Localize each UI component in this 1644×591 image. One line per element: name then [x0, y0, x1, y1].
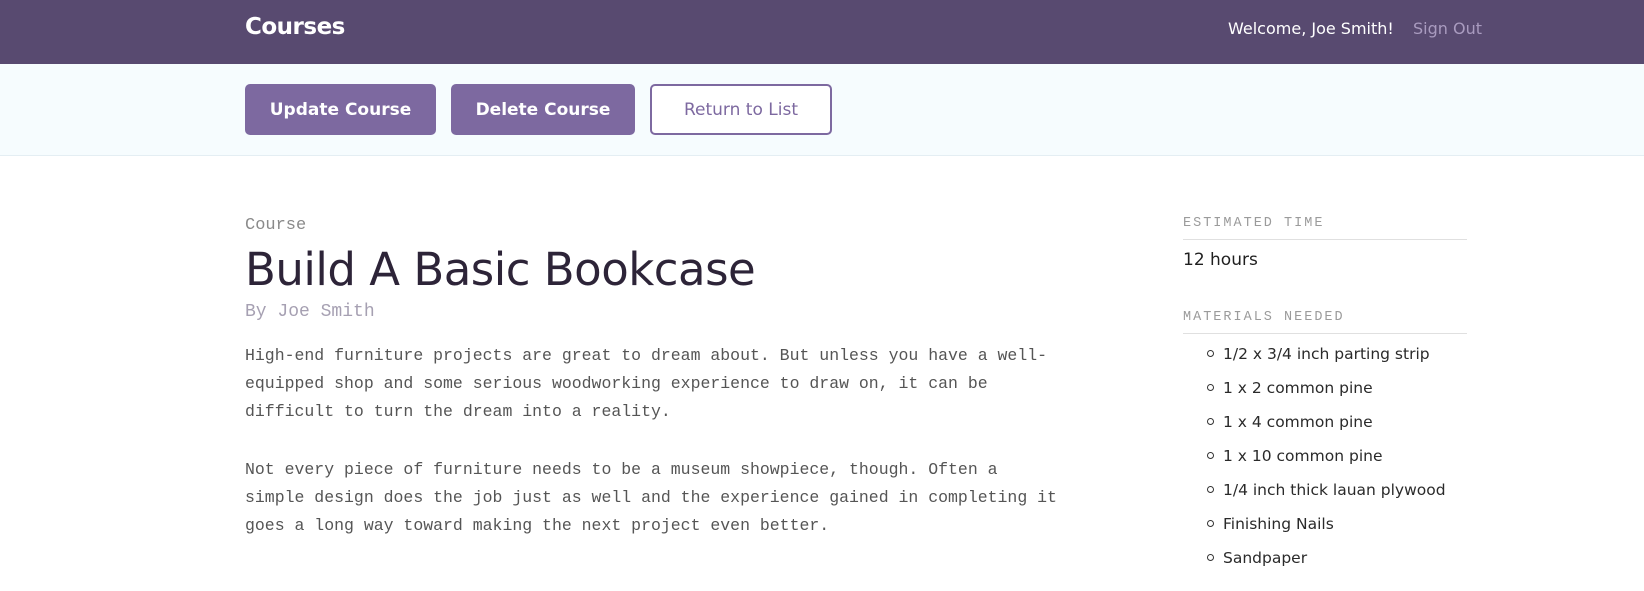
material-item: 1/2 x 3/4 inch parting strip	[1207, 344, 1467, 378]
bullet-icon	[1207, 384, 1214, 391]
material-item: 1 x 4 common pine	[1207, 412, 1467, 446]
bullet-icon	[1207, 418, 1214, 425]
material-item-label: 1 x 10 common pine	[1223, 447, 1383, 465]
course-main: Course Build A Basic Bookcase By Joe Smi…	[245, 200, 1065, 570]
delete-course-button[interactable]: Delete Course	[451, 84, 635, 135]
materials-section: MATERIALS NEEDED 1/2 x 3/4 inch parting …	[1183, 310, 1467, 582]
sign-out-link[interactable]: Sign Out	[1413, 19, 1482, 38]
course-author: By Joe Smith	[245, 302, 375, 322]
material-item-label: Finishing Nails	[1223, 515, 1334, 533]
material-item: Sandpaper	[1207, 548, 1467, 582]
description-paragraph: High-end furniture projects are great to…	[245, 346, 1048, 421]
bullet-icon	[1207, 452, 1214, 459]
course-section-label: Course	[245, 216, 307, 235]
material-item: Finishing Nails	[1207, 514, 1467, 548]
description-paragraph: Not every piece of furniture needs to be…	[245, 460, 1057, 535]
course-description: High-end furniture projects are great to…	[245, 342, 1065, 540]
return-to-list-button[interactable]: Return to List	[650, 84, 832, 135]
material-item-label: Sandpaper	[1223, 549, 1308, 567]
course-title: Build A Basic Bookcase	[245, 243, 756, 296]
material-item-label: 1 x 4 common pine	[1223, 413, 1373, 431]
material-item-label: 1 x 2 common pine	[1223, 379, 1373, 397]
update-course-button[interactable]: Update Course	[245, 84, 436, 135]
course-sidebar: ESTIMATED TIME 12 hours MATERIALS NEEDED…	[1183, 216, 1467, 582]
material-item-label: 1/4 inch thick lauan plywood	[1223, 481, 1446, 499]
bullet-icon	[1207, 554, 1214, 561]
estimated-time-value: 12 hours	[1183, 250, 1258, 270]
material-item: 1 x 2 common pine	[1207, 378, 1467, 412]
bullet-icon	[1207, 350, 1214, 357]
materials-list: 1/2 x 3/4 inch parting strip 1 x 2 commo…	[1183, 344, 1467, 582]
material-item-label: 1/2 x 3/4 inch parting strip	[1223, 345, 1430, 363]
actions-bar: Update Course Delete Course Return to Li…	[0, 64, 1644, 156]
material-item: 1/4 inch thick lauan plywood	[1207, 480, 1467, 514]
top-header: Courses Welcome, Joe Smith! Sign Out	[0, 0, 1644, 64]
bullet-icon	[1207, 520, 1214, 527]
bullet-icon	[1207, 486, 1214, 493]
estimated-time-heading: ESTIMATED TIME	[1183, 216, 1467, 240]
app-logo[interactable]: Courses	[245, 14, 345, 40]
material-item: 1 x 10 common pine	[1207, 446, 1467, 480]
materials-heading: MATERIALS NEEDED	[1183, 310, 1467, 334]
welcome-message: Welcome, Joe Smith!	[1228, 19, 1394, 38]
